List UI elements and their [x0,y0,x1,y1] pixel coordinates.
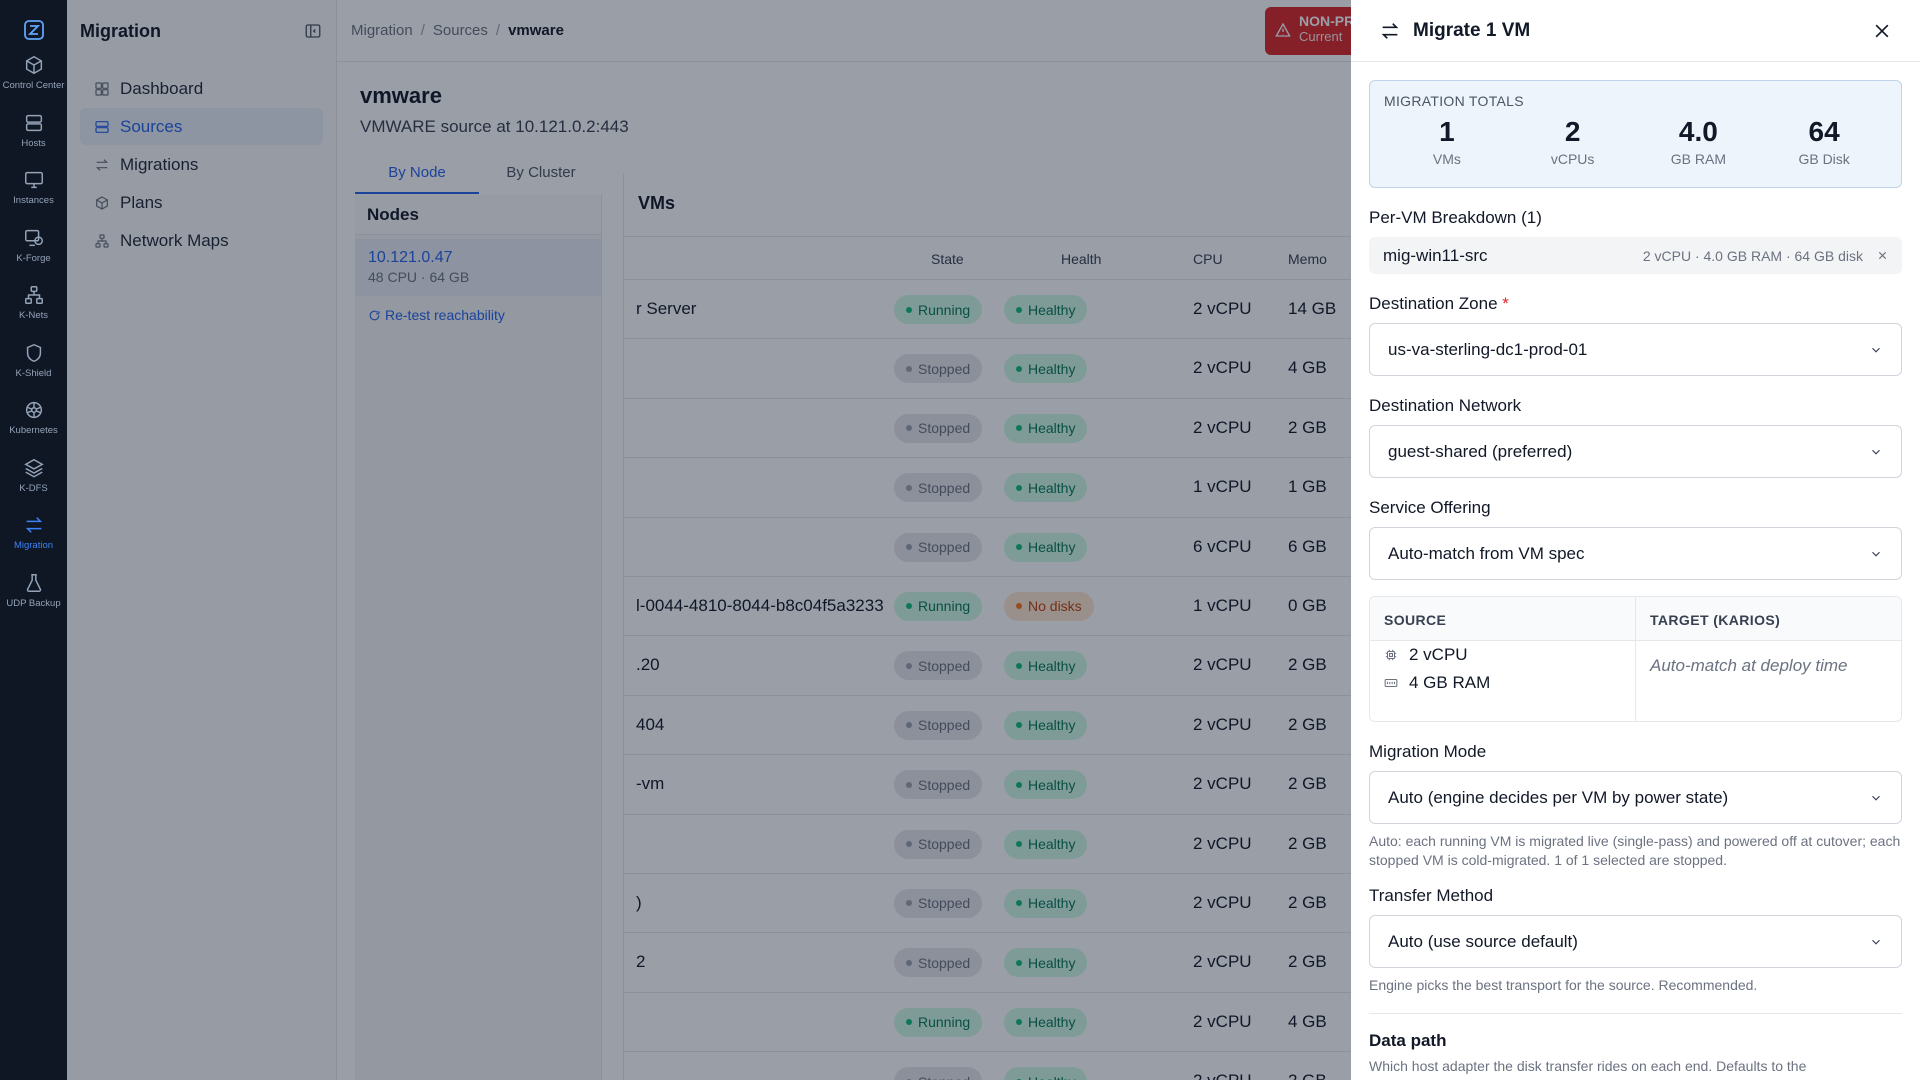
vm-breakdown-item: mig-win11-src 2 vCPU · 4.0 GB RAM · 64 G… [1369,237,1902,274]
chevron-down-icon [1872,551,1880,557]
select-value: Auto (engine decides per VM by power sta… [1388,787,1729,807]
total-ram: 4.0 GB RAM [1636,115,1762,167]
migration-totals: MIGRATION TOTALS 1 VMs 2 vCPUs 4.0 GB RA… [1369,80,1902,188]
total-label: vCPUs [1550,151,1595,167]
migrate-drawer: Migrate 1 VM MIGRATION TOTALS 1 VMs 2 vC… [1351,0,1920,1080]
transfer-method-select[interactable]: Auto (use source default) [1369,915,1902,968]
remove-vm-icon[interactable] [1877,250,1888,261]
shield-icon [26,343,41,362]
source-target-table: SOURCE 2 vCPU 4 GB RAM TARGET (KARIOS) A… [1369,596,1902,722]
swap-icon [25,517,42,534]
data-path-text: Which host adapter the disk transfer rid… [1369,1058,1807,1074]
kubernetes-icon [25,402,42,419]
rail-item-k-forge[interactable]: K-Forge [0,217,67,275]
source-heading: SOURCE [1370,597,1635,641]
transfer-help-text: Engine picks the best transport for the … [1369,977,1758,993]
chevron-down-icon [1872,795,1880,801]
select-value: Auto-match from VM spec [1388,543,1585,563]
rail-item-udp-backup[interactable]: UDP Backup [0,562,67,620]
source-cpu-value: 2 vCPU [1409,645,1468,664]
total-label: VMs [1432,151,1461,167]
rail-item-kubernetes[interactable]: Kubernetes [0,389,67,447]
total-label: GB Disk [1798,151,1850,167]
total-vcpus: 2 vCPUs [1510,115,1636,167]
total-value: 2 [1564,116,1581,147]
chevron-down-icon [1872,449,1880,455]
rail-item-label: UDP Backup [6,597,61,609]
select-value: guest-shared (preferred) [1388,441,1573,461]
server-icon [25,114,42,131]
chevron-down-icon [1872,347,1880,353]
rail-item-hosts[interactable]: Hosts [0,102,67,160]
source-ram: 4 GB RAM [1370,669,1635,697]
forge-icon [24,229,43,246]
rail-item-label: K-Nets [18,310,49,322]
rail-item-label: K-DFS [19,482,48,494]
required-marker: * [1502,294,1509,313]
mode-help-text: Auto: each running VM is migrated live (… [1369,833,1901,868]
zone-label: Destination Zone * [1369,294,1902,314]
icon-rail: Control Center Hosts Instances K-Forge K… [0,0,67,1080]
destination-network-select[interactable]: guest-shared (preferred) [1369,425,1902,478]
cpu-icon [1385,649,1397,661]
rail-item-k-nets[interactable]: K-Nets [0,274,67,332]
rail-item-label: Migration [13,540,54,552]
total-value: 1 [1439,116,1455,147]
total-disk: 64 GB Disk [1761,115,1887,167]
source-cpu: 2 vCPU [1370,641,1635,669]
rail-item-migration[interactable]: Migration [0,504,67,562]
source-ram-value: 4 GB RAM [1409,673,1491,692]
breakdown-label: Per-VM Breakdown (1) [1369,208,1542,227]
rail-item-label: Control Center [2,80,65,92]
rail-item-instances[interactable]: Instances [0,159,67,217]
rail-item-label: Hosts [21,137,46,149]
select-value: Auto (use source default) [1388,931,1578,951]
modal-backdrop[interactable] [67,0,1351,1080]
target-heading: TARGET (KARIOS) [1636,597,1901,641]
total-value: 4.0 [1678,116,1718,147]
rail-item-label: Instances [13,195,54,207]
select-value: us-va-sterling-dc1-prod-01 [1388,339,1588,359]
target-value: Auto-match at deploy time [1650,656,1848,675]
network-label: Destination Network [1369,396,1522,415]
network-icon [24,286,43,305]
total-value: 64 [1808,116,1840,147]
migration-mode-select[interactable]: Auto (engine decides per VM by power sta… [1369,771,1902,824]
rail-item-k-shield[interactable]: K-Shield [0,332,67,390]
transfer-label: Transfer Method [1369,886,1494,905]
mode-label: Migration Mode [1369,742,1487,761]
cube-icon [25,56,42,75]
layers-icon [23,458,44,478]
vm-spec: 2 vCPU · 4.0 GB RAM · 64 GB disk [1642,247,1863,264]
flask-icon [26,573,41,592]
rail-item-label: K-Shield [15,367,52,379]
zone-label-text: Destination Zone [1369,294,1498,313]
monitor-icon [24,172,43,189]
vm-name: mig-win11-src [1383,245,1488,265]
app-logo-icon[interactable] [20,16,48,44]
totals-label: MIGRATION TOTALS [1384,93,1524,109]
swap-icon [1381,22,1399,39]
destination-zone-select[interactable]: us-va-sterling-dc1-prod-01 [1369,323,1902,376]
data-path-title: Data path [1369,1031,1447,1050]
total-label: GB RAM [1670,151,1726,167]
close-icon[interactable] [1872,21,1892,41]
total-vms: 1 VMs [1384,115,1510,167]
rail-item-label: Kubernetes [9,425,58,437]
memory-icon [1384,678,1398,688]
chevron-down-icon [1872,939,1880,945]
offering-label: Service Offering [1369,498,1491,517]
drawer-title: Migrate 1 VM [1413,19,1531,41]
rail-item-k-dfs[interactable]: K-DFS [0,447,67,505]
rail-item-label: K-Forge [16,252,51,264]
service-offering-select[interactable]: Auto-match from VM spec [1369,527,1902,580]
divider [1369,1013,1902,1014]
rail-item-control-center[interactable]: Control Center [0,44,67,102]
